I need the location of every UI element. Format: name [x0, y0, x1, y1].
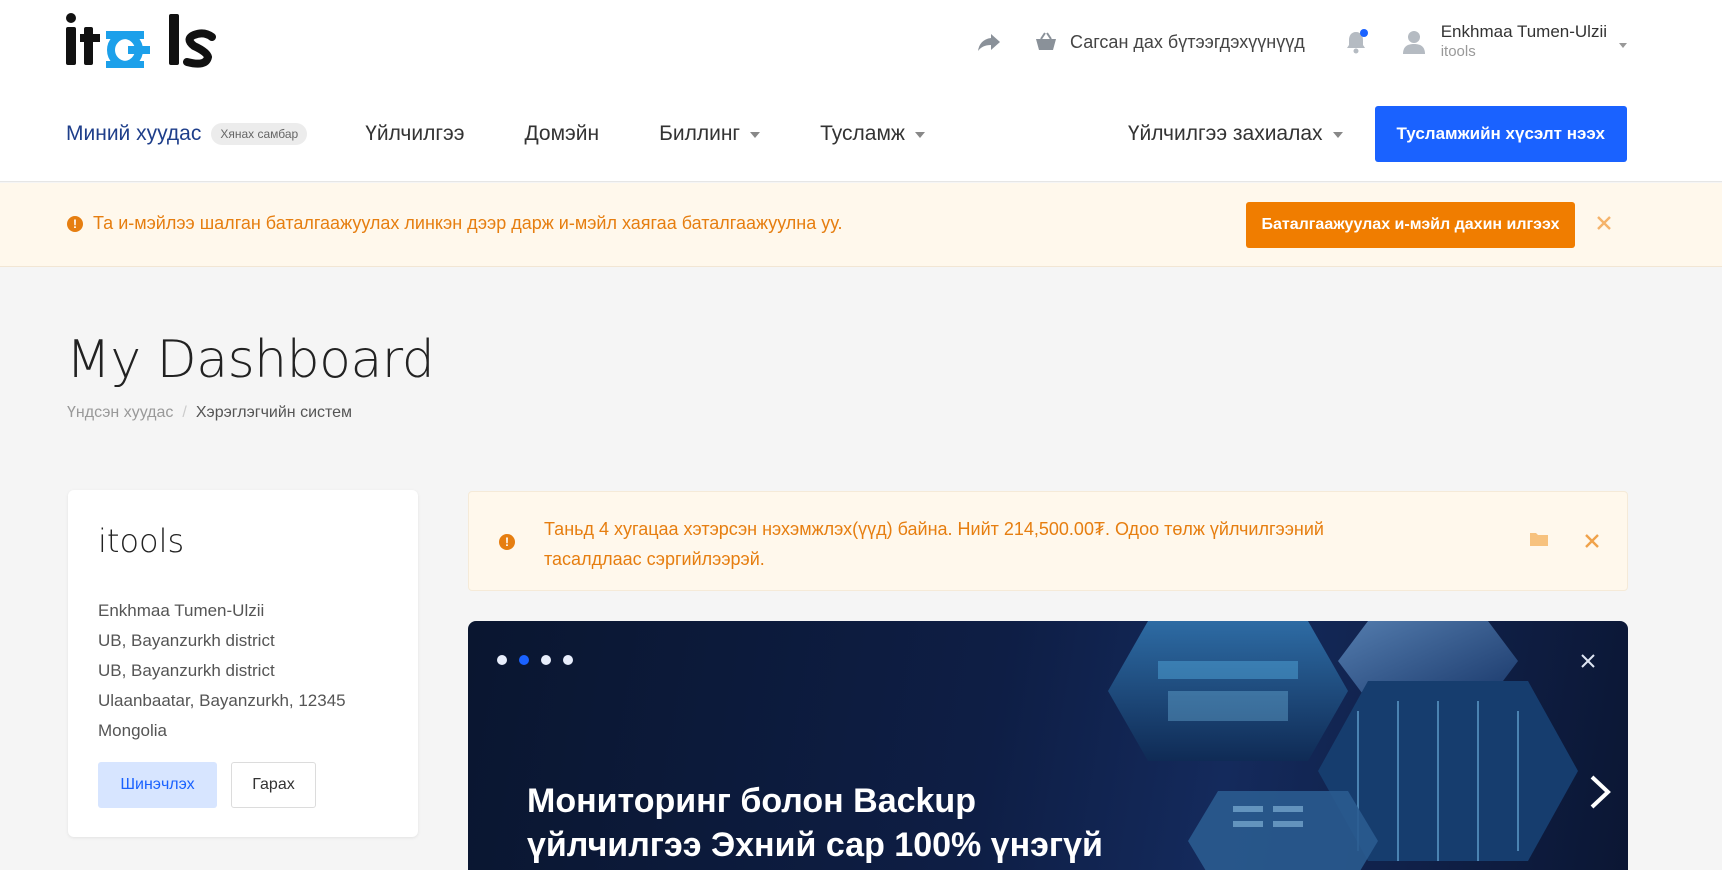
- user-name: Enkhmaa Tumen-Ulzii: [1440, 22, 1607, 41]
- main-nav: Миний хуудас Хянах самбар Үйлчилгээ Домэ…: [66, 106, 985, 162]
- nav-billing-label: Биллинг: [659, 122, 741, 145]
- logout-button[interactable]: Гарах: [231, 762, 316, 808]
- carousel-dot-active[interactable]: [519, 655, 529, 665]
- notification-dot: [1359, 29, 1368, 37]
- chevron-down-icon: [750, 132, 761, 138]
- folder-icon[interactable]: [1529, 530, 1551, 552]
- share-icon[interactable]: [974, 27, 1004, 57]
- nav-billing[interactable]: Биллинг: [659, 122, 761, 146]
- carousel-dot[interactable]: [563, 655, 573, 665]
- cart-label: Сагсан дах бүтээгдэхүүнүүд: [1070, 31, 1305, 52]
- close-icon[interactable]: [1578, 651, 1598, 671]
- order-services-menu[interactable]: Үйлчилгээ захиалах: [1128, 122, 1343, 146]
- exclamation-icon: !: [499, 534, 515, 550]
- nav-domains-label: Домэйн: [524, 122, 600, 145]
- site-header: Сагсан дах бүтээгдэхүүнүүд Enkhmaa Tumen…: [0, 0, 1722, 182]
- nav-services[interactable]: Үйлчилгээ: [365, 122, 464, 146]
- chevron-down-icon: [1332, 132, 1343, 138]
- nav-right: Үйлчилгээ захиалах Тусламжийн хүсэлт нээ…: [1128, 106, 1627, 162]
- chevron-right-icon[interactable]: [1588, 775, 1612, 809]
- datacenter-illustration: [1108, 621, 1578, 870]
- user-names: Enkhmaa Tumen-Ulzii itools: [1441, 22, 1607, 62]
- promo-headline: Мониторинг болон Backup үйлчилгээ Эхний …: [527, 779, 1103, 867]
- profile-line: Enkhmaa Tumen-Ulzii: [98, 601, 265, 620]
- close-icon[interactable]: [1579, 528, 1605, 554]
- nav-services-label: Үйлчилгээ: [365, 122, 465, 145]
- chevron-down-icon: [914, 132, 925, 138]
- email-verify-banner: ! Та и-мэйлээ шалган баталгаажуулах линк…: [0, 183, 1722, 267]
- profile-line: Ulaanbaatar, Bayanzurkh, 12345: [98, 691, 346, 710]
- user-icon: [1401, 27, 1427, 57]
- profile-card-title: itools: [98, 522, 185, 560]
- logo-graphic: [66, 13, 216, 68]
- close-icon[interactable]: [1590, 209, 1618, 237]
- breadcrumb-separator: /: [182, 404, 187, 421]
- carousel-dot[interactable]: [497, 655, 507, 665]
- nav-domains[interactable]: Домэйн: [524, 122, 599, 146]
- itools-logo[interactable]: [66, 12, 218, 70]
- nav-home[interactable]: Миний хуудас Хянах самбар: [66, 122, 308, 146]
- carousel-dot[interactable]: [541, 655, 551, 665]
- nav-support-label: Тусламж: [820, 122, 905, 145]
- profile-line: UB, Bayanzurkh district: [98, 631, 275, 650]
- profile-card: itools Enkhmaa Tumen-Ulzii UB, Bayanzurk…: [68, 490, 418, 837]
- carousel-indicators: [497, 655, 573, 665]
- profile-line: UB, Bayanzurkh district: [98, 661, 275, 680]
- overdue-message: Таньд 4 хугацаа хэтэрсэн нэхэмжлэх(үүд) …: [544, 519, 1324, 569]
- exclamation-icon: !: [67, 216, 83, 232]
- dashboard-badge: Хянах самбар: [211, 123, 308, 145]
- overdue-invoices-alert: ! Таньд 4 хугацаа хэтэрсэн нэхэмжлэх(үүд…: [468, 491, 1628, 591]
- verify-message: Та и-мэйлээ шалган баталгаажуулах линкэн…: [93, 213, 843, 233]
- profile-address: Enkhmaa Tumen-Ulzii UB, Bayanzurkh distr…: [98, 596, 346, 746]
- chevron-down-icon: [1619, 42, 1627, 48]
- promo-headline-line2: үйлчилгээ Эхний сар 100% үнэгүй: [527, 826, 1103, 864]
- profile-line: Mongolia: [98, 721, 167, 740]
- user-menu[interactable]: Enkhmaa Tumen-Ulzii itools: [1401, 22, 1627, 62]
- update-profile-button[interactable]: Шинэчлэх: [98, 762, 217, 808]
- page-title: My Dashboard: [66, 330, 435, 390]
- nav-home-label: Миний хуудас: [66, 122, 202, 145]
- basket-icon: [1034, 32, 1058, 52]
- order-services-label: Үйлчилгээ захиалах: [1127, 122, 1323, 145]
- header-actions: Сагсан дах бүтээгдэхүүнүүд Enkhmaa Tumen…: [974, 16, 1627, 68]
- nav-support[interactable]: Тусламж: [820, 122, 925, 146]
- breadcrumb: Үндсэн хуудас / Хэрэглэгчийн систем: [67, 404, 352, 422]
- promo-carousel: Мониторинг болон Backup үйлчилгээ Эхний …: [468, 621, 1628, 870]
- breadcrumb-home[interactable]: Үндсэн хуудас: [67, 404, 173, 422]
- notifications-button[interactable]: [1341, 27, 1371, 57]
- open-ticket-button[interactable]: Тусламжийн хүсэлт нээх: [1374, 106, 1627, 162]
- cart-link[interactable]: Сагсан дах бүтээгдэхүүнүүд: [1034, 32, 1305, 53]
- breadcrumb-current: Хэрэглэгчийн систем: [195, 404, 353, 421]
- user-org: itools: [1440, 43, 1476, 60]
- resend-verification-button[interactable]: Баталгаажуулах и-мэйл дахин илгээх: [1246, 202, 1575, 248]
- promo-headline-line1: Мониторинг болон Backup: [527, 782, 976, 820]
- profile-actions: Шинэчлэх Гарах: [98, 762, 316, 808]
